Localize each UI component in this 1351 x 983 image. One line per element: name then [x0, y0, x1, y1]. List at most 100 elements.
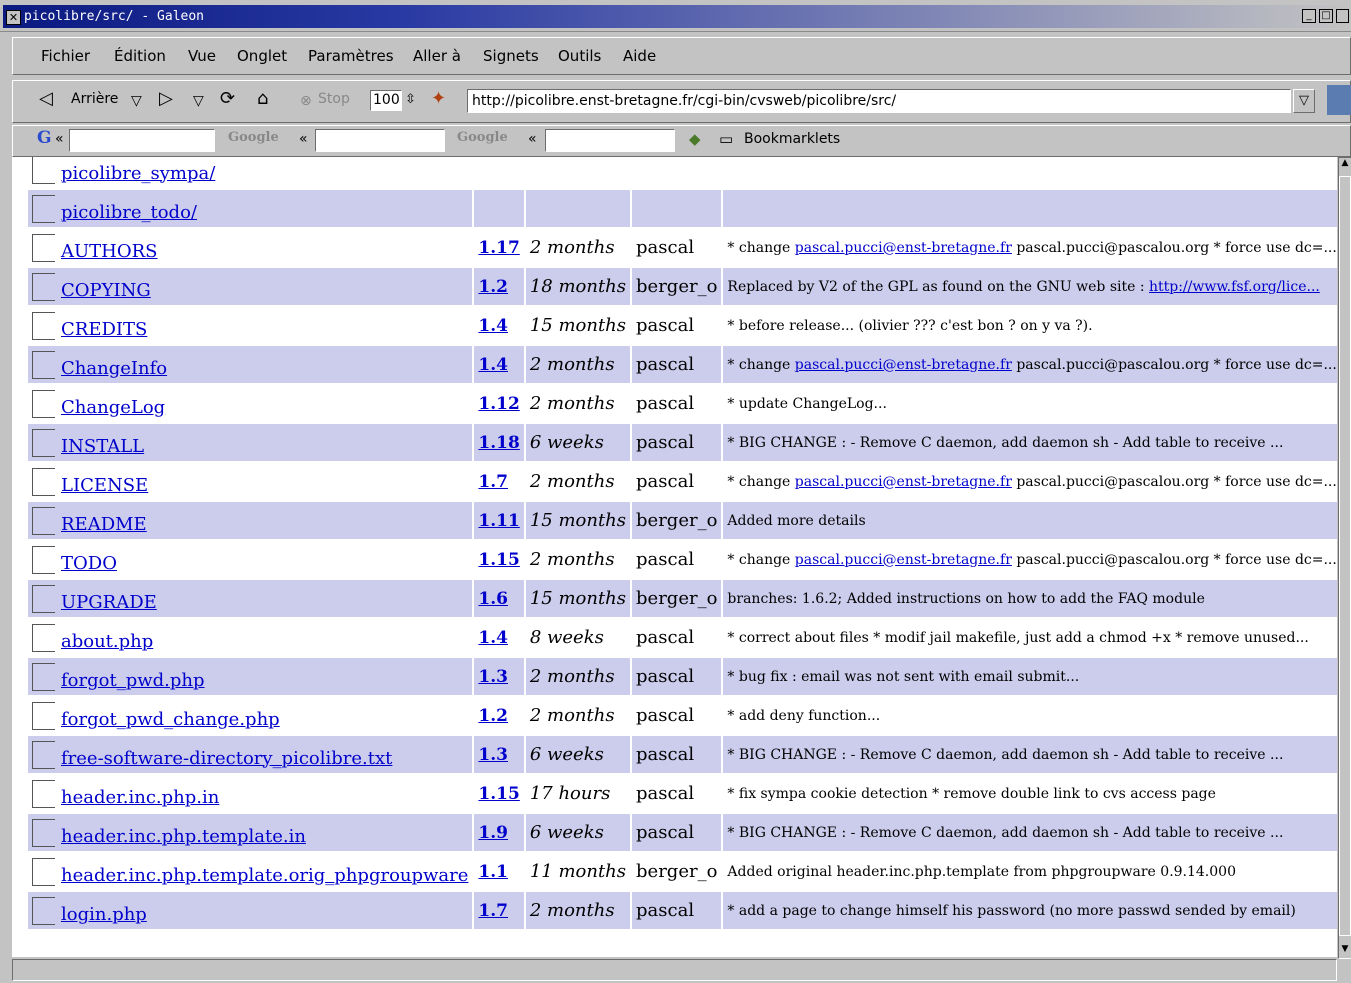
revision-link[interactable]: 1.2: [478, 277, 508, 297]
file-name-cell: INSTALL: [28, 424, 473, 461]
log-link[interactable]: http://www.fsf.org/lice...: [1149, 279, 1320, 295]
file-link[interactable]: INSTALL: [61, 436, 144, 457]
file-name-cell: header.inc.php.template.orig_phpgroupwar…: [28, 853, 472, 890]
revision-cell: 1.4: [474, 619, 523, 656]
revision-link[interactable]: 1.15: [478, 550, 519, 570]
revision-link[interactable]: 1.7: [478, 901, 508, 921]
menu-vue[interactable]: Vue: [188, 47, 216, 65]
back-button-label[interactable]: Arrière: [71, 91, 118, 107]
revision-link[interactable]: 1.15: [478, 784, 519, 804]
menu-aller[interactable]: Aller à: [413, 47, 461, 65]
revision-link[interactable]: 1.7: [478, 472, 508, 492]
back-arrow-icon[interactable]: ◁: [39, 89, 53, 109]
file-name-cell: ChangeLog: [28, 385, 472, 422]
revision-link[interactable]: 1.11: [478, 511, 519, 531]
file-link[interactable]: LICENSE: [61, 475, 148, 496]
menu-outils[interactable]: Outils: [558, 47, 601, 65]
reload-icon[interactable]: ⟳: [220, 89, 235, 109]
minimize-icon[interactable]: _: [1302, 9, 1316, 23]
zoom-spinner-icon[interactable]: ⇳: [405, 90, 416, 110]
revision-link[interactable]: 1.3: [478, 667, 508, 687]
bookmarklets-folder[interactable]: Bookmarklets: [744, 131, 840, 147]
table-row: picolibre_todo/: [28, 190, 1337, 227]
file-link[interactable]: forgot_pwd_change.php: [61, 709, 280, 730]
log-link[interactable]: pascal.pucci@enst-bretagne.fr: [795, 357, 1012, 373]
log-link[interactable]: pascal.pucci@enst-bretagne.fr: [795, 240, 1012, 256]
file-icon: [32, 428, 55, 457]
groups-search-input[interactable]: [315, 129, 445, 152]
file-link[interactable]: header.inc.php.template.orig_phpgroupwar…: [61, 865, 468, 886]
forward-history-icon[interactable]: ▽: [193, 91, 204, 111]
revision-link[interactable]: 1.1: [478, 862, 508, 882]
revision-link[interactable]: 1.4: [478, 628, 508, 648]
file-link[interactable]: README: [61, 514, 147, 535]
revision-link[interactable]: 1.18: [478, 433, 519, 453]
google-groups-logo[interactable]: Google: [228, 130, 279, 145]
file-link[interactable]: free-software-directory_picolibre.txt: [61, 748, 392, 769]
menu-onglet[interactable]: Onglet: [237, 47, 287, 65]
stop-icon[interactable]: ⊗: [300, 91, 312, 111]
menu-aide[interactable]: Aide: [623, 47, 656, 65]
file-link[interactable]: login.php: [61, 904, 147, 925]
back-history-icon[interactable]: ▽: [131, 91, 142, 111]
revision-link[interactable]: 1.3: [478, 745, 508, 765]
revision-cell: 1.18: [474, 424, 524, 461]
zoom-input[interactable]: 100: [370, 90, 402, 111]
url-input[interactable]: http://picolibre.enst-bretagne.fr/cgi-bi…: [467, 89, 1291, 113]
log-cell: * update ChangeLog...: [727, 395, 887, 412]
revision-link[interactable]: 1.6: [478, 589, 508, 609]
google-search-input[interactable]: [69, 129, 215, 152]
log-link[interactable]: pascal.pucci@enst-bretagne.fr: [795, 474, 1012, 490]
shade-icon[interactable]: [1336, 9, 1349, 23]
revision-link[interactable]: 1.2: [478, 706, 508, 726]
author-cell: pascal: [636, 627, 695, 648]
file-link[interactable]: picolibre_sympa/: [61, 163, 215, 184]
log-cell: Replaced by V2 of the GPL as found on th…: [723, 268, 1337, 305]
home-icon[interactable]: ⌂: [257, 89, 268, 109]
file-name-cell: UPGRADE: [28, 580, 473, 617]
revision-cell: 1.11: [474, 502, 524, 539]
file-link[interactable]: COPYING: [61, 280, 151, 301]
table-row: header.inc.php.in 1.15 17 hours pascal * fix…: [28, 775, 1337, 812]
scroll-down-icon[interactable]: ▼: [1339, 944, 1351, 958]
stop-button-label[interactable]: Stop: [318, 91, 350, 107]
file-link[interactable]: TODO: [61, 553, 117, 574]
revision-link[interactable]: 1.12: [478, 394, 519, 414]
file-link[interactable]: header.inc.php.in: [61, 787, 219, 808]
go-icon[interactable]: ✦: [431, 89, 446, 109]
menu-signets[interactable]: Signets: [483, 47, 539, 65]
menu-fichier[interactable]: Fichier: [41, 47, 90, 65]
author-cell: [632, 157, 721, 188]
table-row: UPGRADE 1.6 15 months berger_o branches: 1.6…: [28, 580, 1337, 617]
revision-link[interactable]: 1.4: [478, 316, 508, 336]
vertical-scrollbar[interactable]: ▲ ▼: [1338, 157, 1351, 959]
url-dropdown-icon[interactable]: ▽: [1293, 89, 1315, 113]
file-link[interactable]: AUTHORS: [61, 241, 158, 262]
scroll-up-icon[interactable]: ▲: [1339, 158, 1351, 172]
close-window-icon[interactable]: ✕: [6, 10, 21, 25]
google-images-logo[interactable]: Google: [457, 130, 508, 145]
file-link[interactable]: CREDITS: [61, 319, 147, 340]
images-search-input[interactable]: [545, 129, 675, 152]
table-row: header.inc.php.template.in 1.9 6 weeks pasc…: [28, 814, 1337, 851]
maximize-icon[interactable]: □: [1319, 9, 1333, 23]
file-link[interactable]: ChangeInfo: [61, 358, 167, 379]
file-link[interactable]: ChangeLog: [61, 397, 165, 418]
log-cell: Added original header.inc.php.template f…: [727, 863, 1236, 880]
file-link[interactable]: about.php: [61, 631, 153, 652]
menu-edition[interactable]: Édition: [114, 47, 166, 65]
age-cell: 15 months: [525, 580, 631, 617]
revision-link[interactable]: 1.17: [478, 238, 519, 258]
google-g-icon[interactable]: G: [37, 128, 52, 148]
forward-arrow-icon[interactable]: ▷: [159, 89, 173, 109]
revision-link[interactable]: 1.9: [478, 823, 508, 843]
file-link[interactable]: UPGRADE: [61, 592, 157, 613]
log-cell: Added more details: [723, 502, 1337, 539]
file-link[interactable]: picolibre_todo/: [61, 202, 197, 223]
log-link[interactable]: pascal.pucci@enst-bretagne.fr: [795, 552, 1012, 568]
revision-link[interactable]: 1.4: [478, 355, 508, 375]
scrollbar-thumb[interactable]: [1339, 176, 1351, 936]
menu-parametres[interactable]: Paramètres: [308, 47, 394, 65]
file-link[interactable]: forgot_pwd.php: [61, 670, 205, 691]
file-link[interactable]: header.inc.php.template.in: [61, 826, 306, 847]
